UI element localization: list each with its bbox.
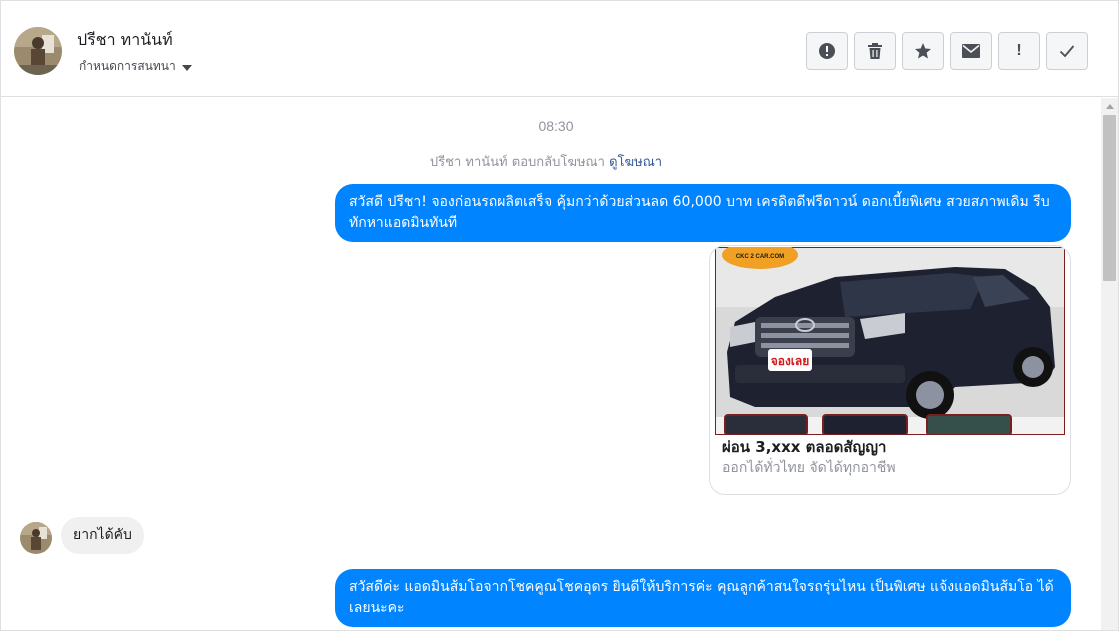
alert-circle-icon — [819, 43, 835, 59]
assign-label: กำหนดการสนทนา — [79, 59, 176, 73]
ad-reply-notice: ปรีชา ทานันท์ ตอบกลับโฆษณา ดูโฆษณา — [1, 151, 1091, 172]
ad-card-image: CKC 2 CAR.COM จองเลย — [714, 246, 1066, 436]
check-icon — [1059, 45, 1075, 58]
envelope-icon — [962, 44, 980, 58]
ad-card[interactable]: CKC 2 CAR.COM จองเลย ผ่อน 3,xxx ตลอดสัญญ… — [709, 245, 1071, 495]
ad-badge-text: จองเลย — [771, 354, 810, 368]
exclamation-icon: ! — [1016, 42, 1022, 59]
contact-name: ปรีชา ทานันท์ — [77, 30, 173, 49]
ad-card-title: ผ่อน 3,xxx ตลอดสัญญา — [722, 438, 887, 456]
star-button[interactable] — [902, 32, 944, 70]
incoming-message: ยากได้คับ — [61, 517, 144, 554]
outgoing-message: สวัสดี ปรีชา! จองก่อนรถผลิตเสร็จ คุ้มกว่… — [335, 184, 1071, 242]
conversation-header: ปรีชา ทานันท์ กำหนดการสนทนา ! — [1, 1, 1118, 97]
trash-icon — [868, 43, 882, 59]
message-thread: 08:30 ปรีชา ทานันท์ ตอบกลับโฆษณา ดูโฆษณา… — [1, 98, 1101, 630]
mark-done-button[interactable] — [1046, 32, 1088, 70]
follow-up-button[interactable]: ! — [998, 32, 1040, 70]
view-ad-link[interactable]: ดูโฆษณา — [609, 155, 662, 170]
assign-conversation-dropdown[interactable]: กำหนดการสนทนา — [79, 57, 192, 76]
ad-card-subtitle: ออกได้ทั่วไทย จัดได้ทุกอาชีพ — [722, 460, 896, 476]
chevron-down-icon — [181, 64, 192, 71]
thread-scrollbar[interactable] — [1101, 98, 1118, 630]
star-icon — [915, 43, 931, 59]
spam-button[interactable] — [806, 32, 848, 70]
delete-button[interactable] — [854, 32, 896, 70]
mark-unread-button[interactable] — [950, 32, 992, 70]
scrollbar-thumb[interactable] — [1103, 115, 1116, 281]
outgoing-message: สวัสดีค่ะ แอดมินส้มโอจากโชคคูณโชคอุดร ยิ… — [335, 569, 1071, 627]
message-timestamp: 08:30 — [538, 118, 574, 134]
scroll-up-arrow-icon[interactable] — [1101, 98, 1118, 115]
conversation-actions-toolbar: ! — [806, 32, 1088, 70]
ad-logo-text: CKC 2 CAR.COM — [736, 254, 784, 260]
ad-reply-text: ปรีชา ทานันท์ ตอบกลับโฆษณา — [429, 155, 605, 170]
contact-avatar[interactable] — [14, 27, 62, 75]
contact-avatar-small — [20, 522, 52, 554]
